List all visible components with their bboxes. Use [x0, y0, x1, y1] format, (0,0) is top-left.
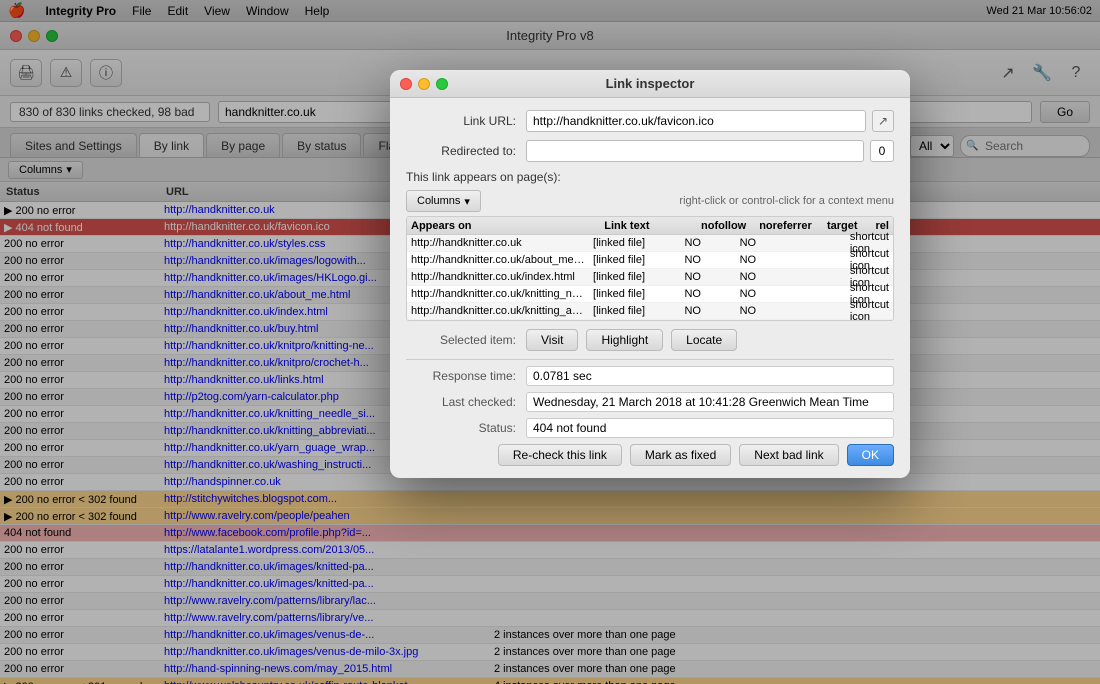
open-link-button[interactable]: ↗: [872, 110, 894, 132]
locate-button[interactable]: Locate: [671, 329, 737, 351]
appears-toolbar: Columns ▾ right-click or control-click f…: [406, 190, 894, 212]
selected-item-buttons: Visit Highlight Locate: [526, 329, 737, 351]
appears-row[interactable]: http://handknitter.co.uk/knitting_needle…: [407, 286, 893, 303]
modal-minimize-button[interactable]: [418, 78, 430, 90]
redirected-to-value: [526, 140, 864, 162]
col-header-appears-on: Appears on: [407, 220, 600, 232]
link-url-value: http://handknitter.co.uk/favicon.ico: [526, 110, 866, 132]
redirected-to-row: Redirected to: 0: [406, 140, 894, 162]
redirected-to-area: 0: [526, 140, 894, 162]
col-header-target: target: [823, 220, 872, 232]
redirect-count: 0: [870, 140, 894, 162]
selected-item-row: Selected item: Visit Highlight Locate: [406, 329, 894, 351]
recheck-button[interactable]: Re-check this link: [498, 444, 622, 466]
appears-table: Appears on Link text nofollow noreferrer…: [406, 216, 894, 321]
appears-table-header: Appears on Link text nofollow noreferrer…: [407, 217, 893, 235]
modal-body: Link URL: http://handknitter.co.uk/favic…: [390, 98, 910, 478]
col-header-nofollow: nofollow: [697, 220, 755, 232]
ok-button[interactable]: OK: [847, 444, 894, 466]
modal-title: Link inspector: [606, 76, 695, 91]
response-time-label: Response time:: [406, 369, 526, 383]
highlight-button[interactable]: Highlight: [586, 329, 663, 351]
appears-row[interactable]: http://handknitter.co.uk/about_me.html […: [407, 252, 893, 269]
right-click-hint: right-click or control-click for a conte…: [679, 195, 894, 207]
appears-row[interactable]: http://handknitter.co.uk [linked file] N…: [407, 235, 893, 252]
col-header-link-text: Link text: [600, 220, 697, 232]
status-label: Status:: [406, 421, 526, 435]
appears-row[interactable]: http://handknitter.co.uk/knitting_abbrev…: [407, 303, 893, 320]
response-time-value: 0.0781 sec: [526, 366, 894, 386]
link-url-row: Link URL: http://handknitter.co.uk/favic…: [406, 110, 894, 132]
link-url-label: Link URL:: [406, 114, 526, 128]
appears-columns-chevron-icon: ▾: [464, 195, 470, 208]
next-bad-link-button[interactable]: Next bad link: [739, 444, 838, 466]
appears-label: This link appears on page(s):: [406, 170, 894, 184]
modal-maximize-button[interactable]: [436, 78, 448, 90]
modal-titlebar: Link inspector: [390, 70, 910, 98]
last-checked-value: Wednesday, 21 March 2018 at 10:41:28 Gre…: [526, 392, 894, 412]
appears-columns-button[interactable]: Columns ▾: [406, 190, 481, 212]
status-value: 404 not found: [526, 418, 894, 438]
link-url-value-area: http://handknitter.co.uk/favicon.ico ↗: [526, 110, 894, 132]
col-header-noreferrer: noreferrer: [755, 220, 823, 232]
divider: [406, 359, 894, 360]
redirected-to-label: Redirected to:: [406, 144, 526, 158]
mark-fixed-button[interactable]: Mark as fixed: [630, 444, 731, 466]
last-checked-label: Last checked:: [406, 395, 526, 409]
status-row: Status: 404 not found: [406, 418, 894, 438]
modal-footer: Re-check this link Mark as fixed Next ba…: [406, 444, 894, 466]
selected-item-label: Selected item:: [406, 333, 526, 347]
col-header-rel: rel: [872, 220, 893, 232]
link-inspector-modal: Link inspector Link URL: http://handknit…: [390, 70, 910, 478]
modal-close-button[interactable]: [400, 78, 412, 90]
response-time-row: Response time: 0.0781 sec: [406, 366, 894, 386]
modal-traffic-lights: [400, 78, 448, 90]
appears-row[interactable]: http://handknitter.co.uk/index.html [lin…: [407, 269, 893, 286]
visit-button[interactable]: Visit: [526, 329, 578, 351]
modal-overlay: Link inspector Link URL: http://handknit…: [0, 0, 1100, 684]
appears-columns-label: Columns: [417, 195, 460, 207]
last-checked-row: Last checked: Wednesday, 21 March 2018 a…: [406, 392, 894, 412]
